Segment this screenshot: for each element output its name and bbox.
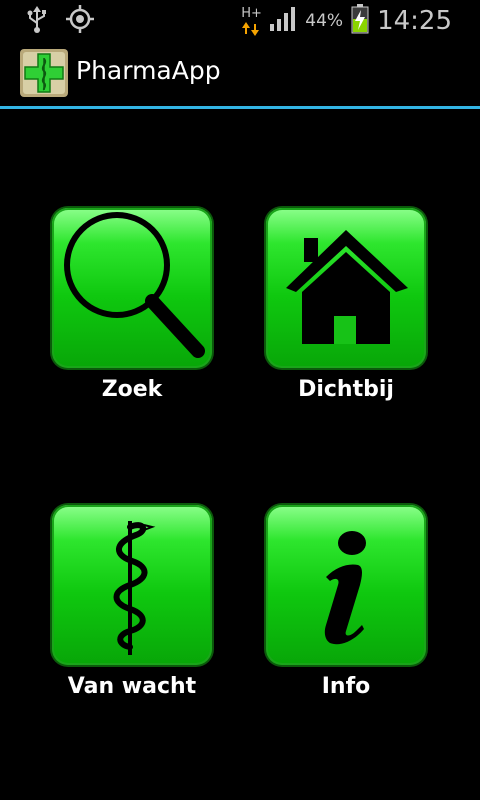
- info-label: Info: [321, 674, 371, 699]
- action-bar-divider: [0, 106, 480, 109]
- dichtbij-button[interactable]: [266, 208, 426, 368]
- status-bar: H+ 44% 14:25: [0, 0, 480, 38]
- info-button[interactable]: [266, 505, 426, 665]
- signal-icon: [269, 6, 297, 36]
- rod-of-asclepius-icon: [113, 521, 156, 655]
- battery-charging-icon: [351, 4, 369, 38]
- app-title: PharmaApp: [76, 56, 221, 85]
- info-icon: [324, 531, 366, 645]
- pharmacy-cross-icon[interactable]: [20, 49, 68, 97]
- dichtbij-label: Dichtbij: [298, 377, 394, 402]
- usb-icon: [24, 5, 50, 37]
- clock: 14:25: [377, 6, 452, 36]
- van-wacht-label: Van wacht: [67, 674, 197, 699]
- house-icon: [286, 230, 408, 344]
- network-h-plus-icon: H+: [241, 6, 262, 36]
- gps-icon: [66, 5, 94, 37]
- magnifier-icon: [64, 212, 205, 358]
- zoek-label: Zoek: [101, 377, 163, 402]
- action-bar: PharmaApp: [0, 38, 480, 106]
- van-wacht-button[interactable]: [52, 505, 212, 665]
- battery-percent: 44%: [305, 11, 344, 31]
- zoek-button[interactable]: [52, 208, 212, 368]
